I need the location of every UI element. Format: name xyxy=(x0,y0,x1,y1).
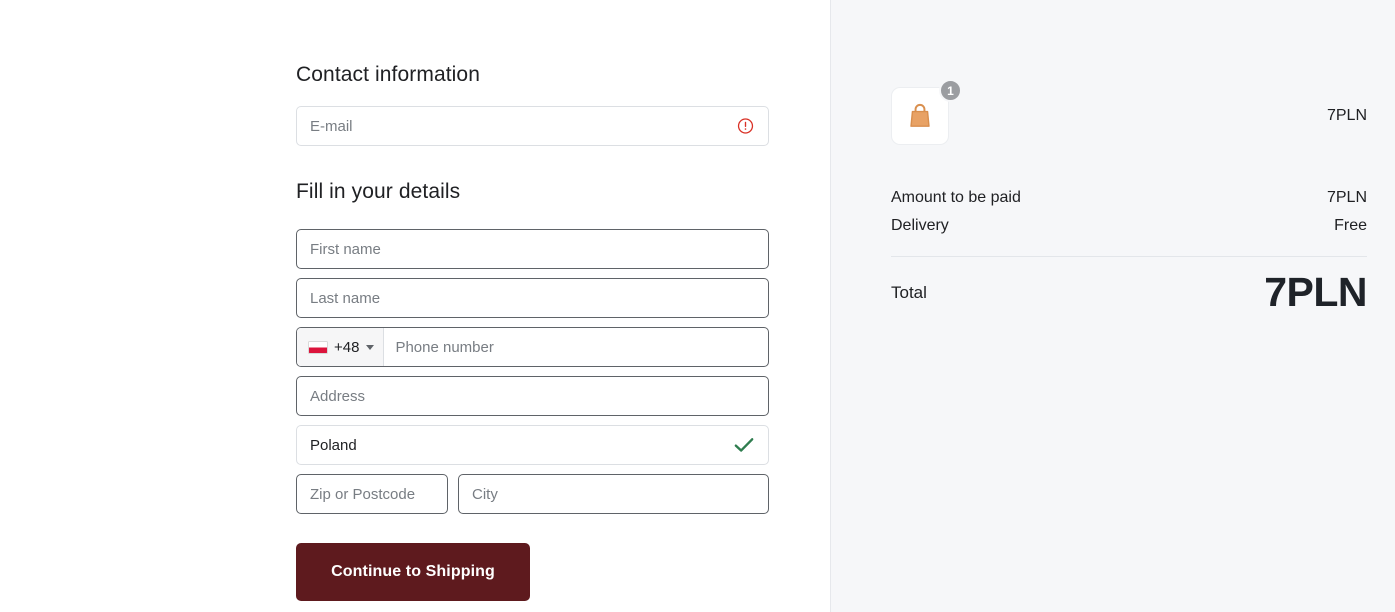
flag-poland-icon xyxy=(308,340,328,354)
country-value: Poland xyxy=(310,436,357,454)
summary-row-amount-value: 7PLN xyxy=(1326,189,1367,206)
cart-item-thumbnail[interactable]: 1 xyxy=(891,79,962,145)
checkout-form-pane: Contact information E-mail Fill in your … xyxy=(0,0,830,612)
error-circle-icon xyxy=(737,118,754,135)
order-summary: 1 7PLN Amount to be paid 7PLN Delivery F… xyxy=(891,0,1367,316)
country-dial-code-selector[interactable]: +48 xyxy=(297,328,385,366)
quantity-badge: 1 xyxy=(939,79,962,102)
order-summary-pane: 1 7PLN Amount to be paid 7PLN Delivery F… xyxy=(831,0,1395,612)
continue-to-shipping-button[interactable]: Continue to Shipping xyxy=(296,543,530,601)
total-label: Total xyxy=(891,282,927,302)
email-input-placeholder: E-mail xyxy=(310,117,353,135)
first-name-field[interactable]: First name xyxy=(296,229,769,269)
summary-row-delivery-value: Free xyxy=(1334,217,1367,234)
city-placeholder: City xyxy=(472,485,498,503)
shopping-bag-icon xyxy=(910,103,930,127)
last-name-placeholder: Last name xyxy=(310,289,381,307)
email-field[interactable]: E-mail xyxy=(296,106,769,146)
total-value: 7PLN xyxy=(1264,269,1367,315)
summary-row-amount-label: Amount to be paid xyxy=(891,189,1021,206)
checkout-page: Contact information E-mail Fill in your … xyxy=(0,0,1395,612)
fill-in-your-details-heading: Fill in your details xyxy=(296,180,461,203)
contact-information-heading: Contact information xyxy=(296,63,480,86)
summary-divider xyxy=(891,256,1367,257)
country-field[interactable]: Poland xyxy=(296,425,769,465)
phone-number-field[interactable]: +48 Phone number xyxy=(296,327,769,367)
zip-field[interactable]: Zip or Postcode xyxy=(296,474,448,514)
dial-code-label: +48 xyxy=(334,338,360,356)
phone-number-placeholder: Phone number xyxy=(395,338,494,356)
last-name-field[interactable]: Last name xyxy=(296,278,769,318)
summary-row-delivery-label: Delivery xyxy=(891,217,949,234)
chevron-down-icon xyxy=(366,344,375,350)
summary-row-delivery: Delivery Free xyxy=(891,217,1367,235)
summary-total-row: Total 7PLN xyxy=(891,269,1367,316)
summary-row-amount: Amount to be paid 7PLN xyxy=(891,189,1367,207)
cart-item-row: 1 7PLN xyxy=(891,79,1367,145)
checkout-form: Contact information E-mail Fill in your … xyxy=(296,0,769,601)
address-field[interactable]: Address xyxy=(296,376,769,416)
first-name-placeholder: First name xyxy=(310,240,381,258)
check-icon xyxy=(734,437,754,453)
zip-city-row: Zip or Postcode City xyxy=(296,474,769,514)
cart-item-price: 7PLN xyxy=(1326,107,1367,124)
zip-placeholder: Zip or Postcode xyxy=(310,485,416,503)
address-placeholder: Address xyxy=(310,387,366,405)
city-field[interactable]: City xyxy=(458,474,769,514)
